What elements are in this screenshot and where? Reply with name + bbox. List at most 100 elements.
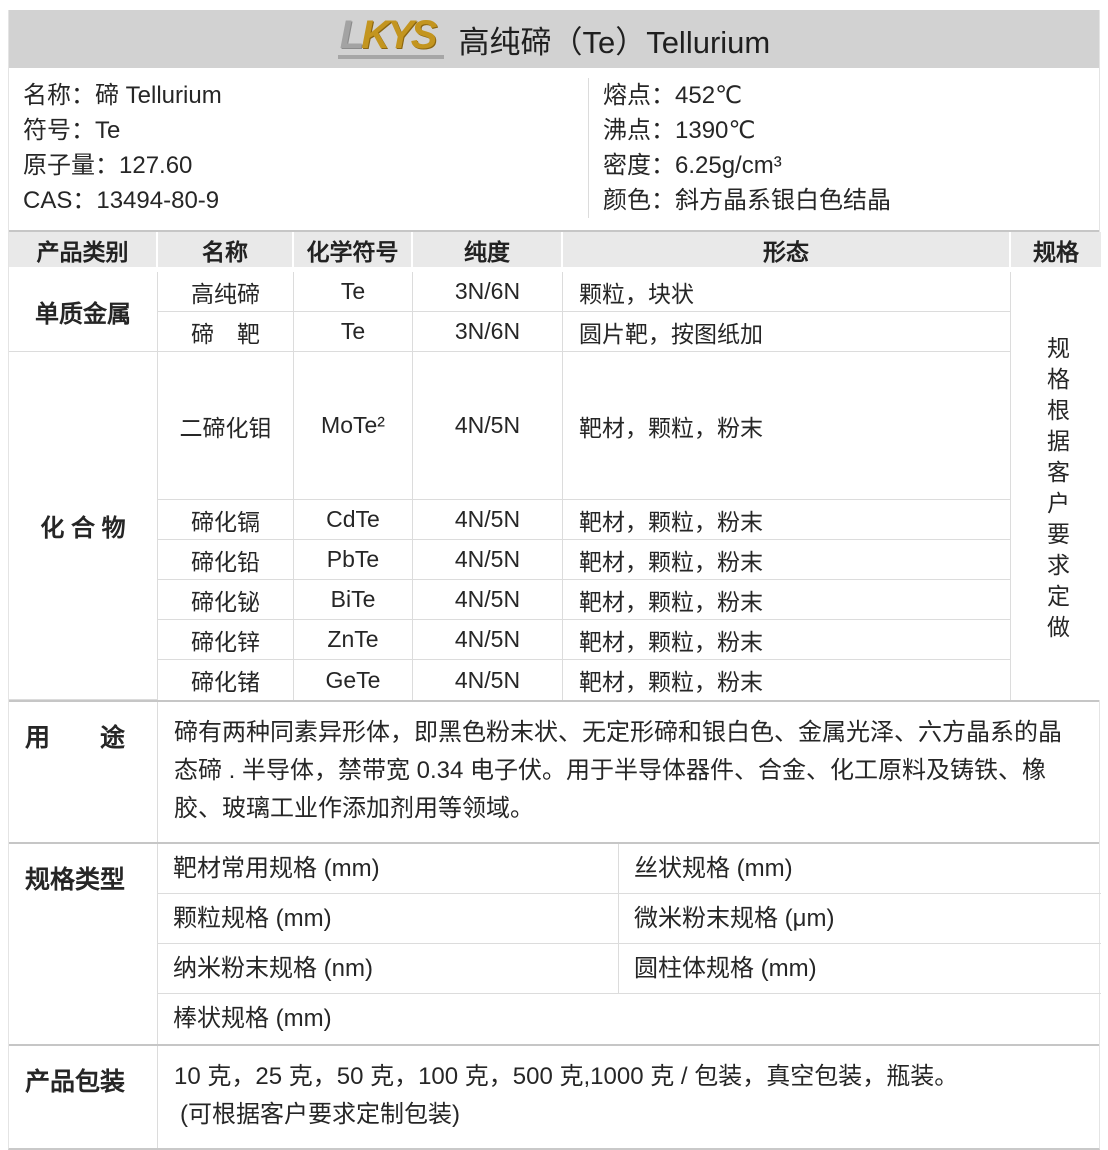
col-header-form: 形态 [563,232,1011,272]
cell-name: 高纯碲 [158,272,294,312]
brand-logo: LKYS [338,15,445,59]
info-color-value: 斜方晶系银白色结晶 [675,187,891,214]
table-row: 碲化铅 PbTe 4N/5N 靶材，颗粒，粉末 [9,540,1101,580]
table-row: 碲化锌 ZnTe 4N/5N 靶材，颗粒，粉末 [9,620,1101,660]
table-row: 单质金属 高纯碲 Te 3N/6N 颗粒，块状 规格根据客户要求定做 [9,272,1101,312]
table-row: 碲化镉 CdTe 4N/5N 靶材，颗粒，粉末 [9,500,1101,540]
cell-symbol: Te [294,312,413,352]
cell-symbol: MoTe² [294,352,413,500]
info-symbol-label: 符号： [23,117,95,144]
cell-symbol: ZnTe [294,620,413,660]
info-density-value: 6.25g/cm³ [675,152,782,179]
element-info-section: 名称：碲 Tellurium 符号：Te 原子量：127.60 CAS：1349… [9,68,1099,230]
cell-form: 靶材，颗粒，粉末 [563,660,1011,700]
packaging-section: 产品包装 10 克，25 克，50 克，100 克，500 克,1000 克 /… [9,1044,1099,1148]
cell-purity: 3N/6N [413,272,563,312]
spec-type-rod: 棒状规格 (mm) [158,994,1101,1044]
products-table: 产品类别 名称 化学符号 纯度 形态 规格 单质金属 高纯碲 Te 3N/6N [9,232,1101,700]
info-atomic-weight-value: 127.60 [119,152,192,179]
cell-name: 碲化镉 [158,500,294,540]
info-boiling-point-value: 1390℃ [675,117,755,144]
info-density-label: 密度： [603,152,675,179]
cell-name: 二碲化钼 [158,352,294,500]
cell-name: 碲化铅 [158,540,294,580]
info-boiling-point: 沸点：1390℃ [603,113,1101,148]
category-cell-metal: 单质金属 [9,272,158,352]
table-row: 化 合 物 二碲化钼 MoTe² 4N/5N 靶材，颗粒，粉末 [9,352,1101,500]
cell-form: 靶材，颗粒，粉末 [563,580,1011,620]
logo-letters-kys: KYS [361,13,434,57]
spec-type-cylinder: 圆柱体规格 (mm) [618,944,1101,994]
info-color-label: 颜色： [603,187,675,214]
col-header-name: 名称 [158,232,294,272]
spec-type-wire: 丝状规格 (mm) [618,844,1101,894]
spec-note-vertical-text: 规格根据客户要求定做 [1045,336,1068,646]
products-section: 产品类别 名称 化学符号 纯度 形态 规格 单质金属 高纯碲 Te 3N/6N [9,230,1099,700]
page-title: 高纯碲（Te）Tellurium [458,17,770,62]
packaging-options: 10 克，25 克，50 克，100 克，500 克,1000 克 / 包装，真… [174,1058,1085,1096]
cell-form: 颗粒，块状 [563,272,1011,312]
title-bar: LKYS 高纯碲（Te）Tellurium [9,10,1099,68]
element-info-right: 熔点：452℃ 沸点：1390℃ 密度：6.25g/cm³ 颜色：斜方晶系银白色… [588,78,1101,218]
cell-symbol: GeTe [294,660,413,700]
cell-purity: 4N/5N [413,620,563,660]
spec-types-section: 规格类型 靶材常用规格 (mm) 丝状规格 (mm) 颗粒规格 (mm) 微米粉… [9,842,1099,1044]
col-header-purity: 纯度 [413,232,563,272]
col-header-symbol: 化学符号 [294,232,413,272]
cell-symbol: Te [294,272,413,312]
info-name: 名称：碲 Tellurium [23,78,588,113]
category-cell-compound: 化 合 物 [9,352,158,700]
spec-types-label: 规格类型 [9,844,158,1044]
info-melting-point: 熔点：452℃ [603,78,1101,113]
cell-purity: 3N/6N [413,312,563,352]
cell-form: 靶材，颗粒，粉末 [563,540,1011,580]
cell-purity: 4N/5N [413,580,563,620]
spec-types-grid: 靶材常用规格 (mm) 丝状规格 (mm) 颗粒规格 (mm) 微米粉末规格 (… [158,844,1101,1044]
usage-text: 碲有两种同素异形体，即黑色粉末状、无定形碲和银白色、金属光泽、六方晶系的晶态碲 … [158,702,1101,842]
spec-type-nano-powder: 纳米粉末规格 (nm) [158,944,618,994]
spec-type-target: 靶材常用规格 (mm) [158,844,618,894]
cell-form: 圆片靶，按图纸加 [563,312,1011,352]
cell-form: 靶材，颗粒，粉末 [563,352,1011,500]
info-color: 颜色：斜方晶系银白色结晶 [603,183,1101,218]
info-atomic-weight: 原子量：127.60 [23,148,588,183]
info-symbol-value: Te [95,117,120,144]
col-header-category: 产品类别 [9,232,158,272]
element-info-left: 名称：碲 Tellurium 符号：Te 原子量：127.60 CAS：1349… [9,78,588,218]
info-boiling-point-label: 沸点： [603,117,675,144]
spec-type-micron-powder: 微米粉末规格 (μm) [618,894,1101,944]
info-atomic-weight-label: 原子量： [23,152,119,179]
info-cas-label: CAS： [23,187,96,214]
table-row: 碲化锗 GeTe 4N/5N 靶材，颗粒，粉末 [9,660,1101,700]
info-melting-point-value: 452℃ [675,82,742,109]
table-row: 碲化铋 BiTe 4N/5N 靶材，颗粒，粉末 [9,580,1101,620]
cell-symbol: PbTe [294,540,413,580]
col-header-spec: 规格 [1011,232,1101,272]
info-name-value: 碲 Tellurium [95,82,222,109]
packaging-label: 产品包装 [9,1046,158,1148]
info-cas-value: 13494-80-9 [96,187,219,214]
cell-name: 碲 靶 [158,312,294,352]
cell-purity: 4N/5N [413,352,563,500]
usage-section: 用 途 碲有两种同素异形体，即黑色粉末状、无定形碲和银白色、金属光泽、六方晶系的… [9,700,1099,842]
packaging-content: 10 克，25 克，50 克，100 克，500 克,1000 克 / 包装，真… [158,1046,1101,1148]
cell-symbol: CdTe [294,500,413,540]
spec-note-cell: 规格根据客户要求定做 [1011,272,1101,700]
product-spec-page: LKYS 高纯碲（Te）Tellurium 名称：碲 Tellurium 符号：… [0,0,1108,993]
info-cas: CAS：13494-80-9 [23,183,588,218]
cell-name: 碲化铋 [158,580,294,620]
info-symbol: 符号：Te [23,113,588,148]
info-melting-point-label: 熔点： [603,82,675,109]
cell-symbol: BiTe [294,580,413,620]
cell-purity: 4N/5N [413,540,563,580]
logo-letter-l: L [340,13,361,57]
packaging-note: (可根据客户要求定制包装) [174,1096,1085,1134]
products-header-row: 产品类别 名称 化学符号 纯度 形态 规格 [9,232,1101,272]
spec-type-granule: 颗粒规格 (mm) [158,894,618,944]
cell-form: 靶材，颗粒，粉末 [563,500,1011,540]
info-name-label: 名称： [23,82,95,109]
cell-name: 碲化锗 [158,660,294,700]
table-row: 碲 靶 Te 3N/6N 圆片靶，按图纸加 [9,312,1101,352]
info-density: 密度：6.25g/cm³ [603,148,1101,183]
content-frame: LKYS 高纯碲（Te）Tellurium 名称：碲 Tellurium 符号：… [8,10,1100,1150]
